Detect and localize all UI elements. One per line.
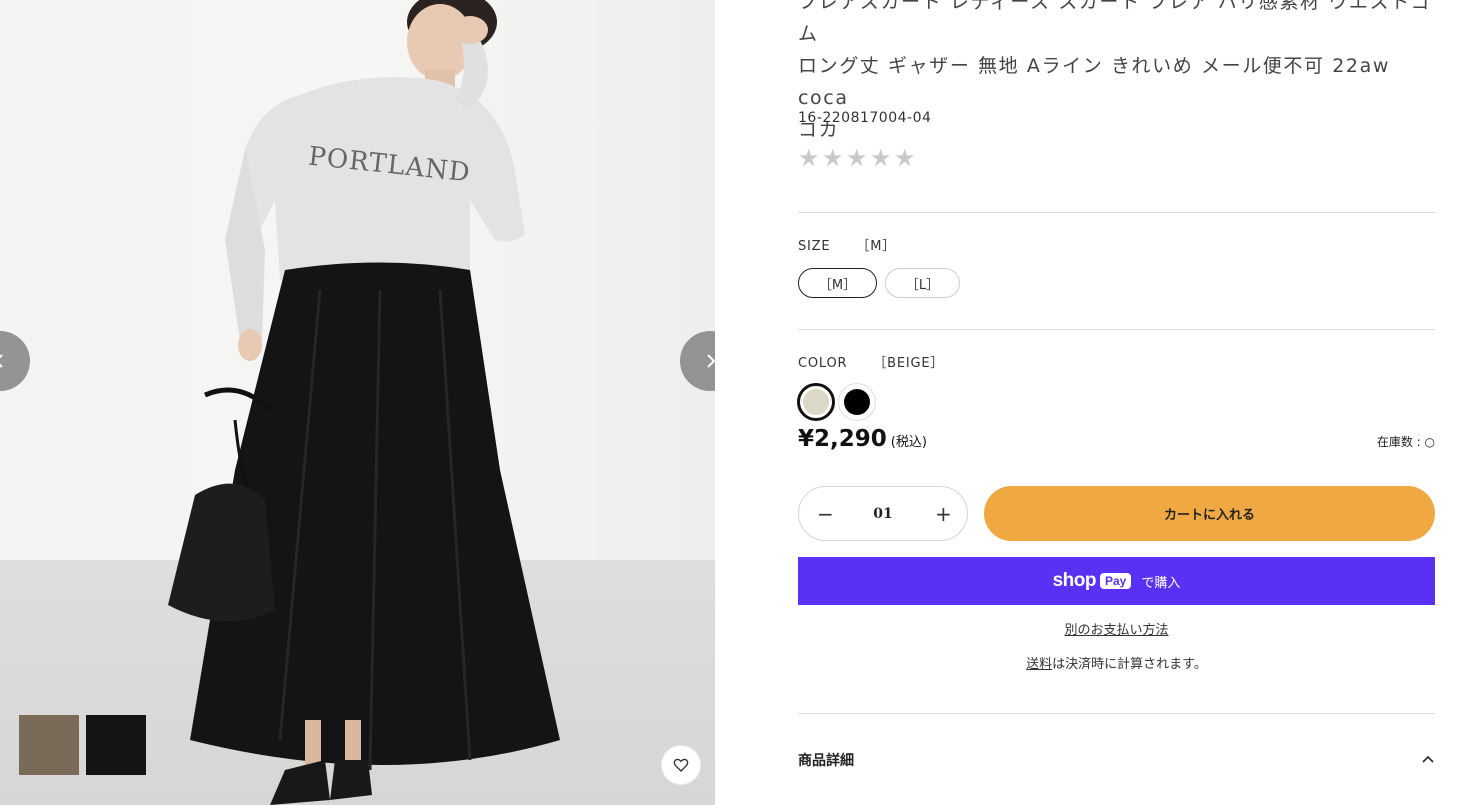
- alternative-payment-link[interactable]: 別のお支払い方法: [798, 619, 1435, 638]
- quantity-minus-button[interactable]: −: [817, 504, 834, 524]
- star-icon: ★: [822, 144, 844, 172]
- gallery-thumbnail-brown[interactable]: [19, 715, 79, 775]
- quantity-input[interactable]: 01: [863, 506, 903, 522]
- size-option-l[interactable]: ［L］: [885, 268, 960, 298]
- star-icon: ★: [798, 144, 820, 172]
- shoppay-button[interactable]: shop Pay で購入: [798, 557, 1435, 605]
- divider: [798, 713, 1435, 714]
- shipping-note-text: は決済時に計算されます。: [1052, 657, 1207, 672]
- stock-status: 在庫数 : ○: [1377, 433, 1435, 450]
- quantity-stepper: − 01 +: [798, 486, 968, 541]
- stock-label: 在庫数 :: [1376, 435, 1425, 449]
- shoppay-label: で購入: [1141, 575, 1181, 591]
- product-details-accordion[interactable]: 商品詳細: [798, 750, 1435, 770]
- shipping-note: 送料は決済時に計算されます。: [798, 653, 1435, 672]
- chevron-left-icon: [0, 354, 3, 368]
- stock-symbol: ○: [1424, 435, 1435, 449]
- rating-stars[interactable]: ★ ★ ★ ★ ★: [798, 144, 916, 172]
- divider: [798, 212, 1435, 213]
- star-icon: ★: [846, 144, 868, 172]
- product-photo: [168, 0, 560, 805]
- size-label-text: SIZE: [798, 239, 831, 254]
- color-swatch-beige[interactable]: [797, 383, 835, 421]
- price-tax-note: (税込): [890, 435, 927, 450]
- heart-icon: [673, 758, 689, 772]
- add-to-cart-button[interactable]: カートに入れる: [984, 486, 1435, 541]
- product-image-gallery: PORTLAND: [0, 0, 715, 805]
- swatch-dot: [803, 389, 829, 415]
- price-amount: ¥2,290: [798, 426, 887, 452]
- favorite-button[interactable]: [662, 746, 700, 784]
- size-option-m[interactable]: ［M］: [798, 268, 877, 298]
- star-icon: ★: [894, 144, 916, 172]
- shoppay-logo-pay: Pay: [1100, 573, 1132, 589]
- divider: [798, 329, 1435, 330]
- color-label: COLOR ［BEIGE］: [798, 352, 944, 371]
- shipping-link[interactable]: 送料: [1026, 657, 1052, 672]
- color-label-text: COLOR: [798, 356, 848, 371]
- shoppay-logo-shop: shop: [1052, 570, 1097, 591]
- gallery-thumbnail-black[interactable]: [86, 715, 146, 775]
- color-selected-value: ［BEIGE］: [873, 356, 945, 371]
- star-icon: ★: [870, 144, 892, 172]
- color-swatch-black[interactable]: [838, 383, 876, 421]
- product-sku: 16-220817004-04: [798, 110, 932, 126]
- chevron-up-icon: [1422, 755, 1434, 763]
- product-details-label: 商品詳細: [798, 753, 854, 769]
- product-price: ¥2,290 (税込): [798, 426, 927, 452]
- swatch-dot: [844, 389, 870, 415]
- quantity-plus-button[interactable]: +: [935, 504, 952, 524]
- size-selected-value: ［M］: [856, 239, 897, 254]
- size-label: SIZE ［M］: [798, 235, 896, 254]
- chevron-right-icon: [707, 354, 715, 368]
